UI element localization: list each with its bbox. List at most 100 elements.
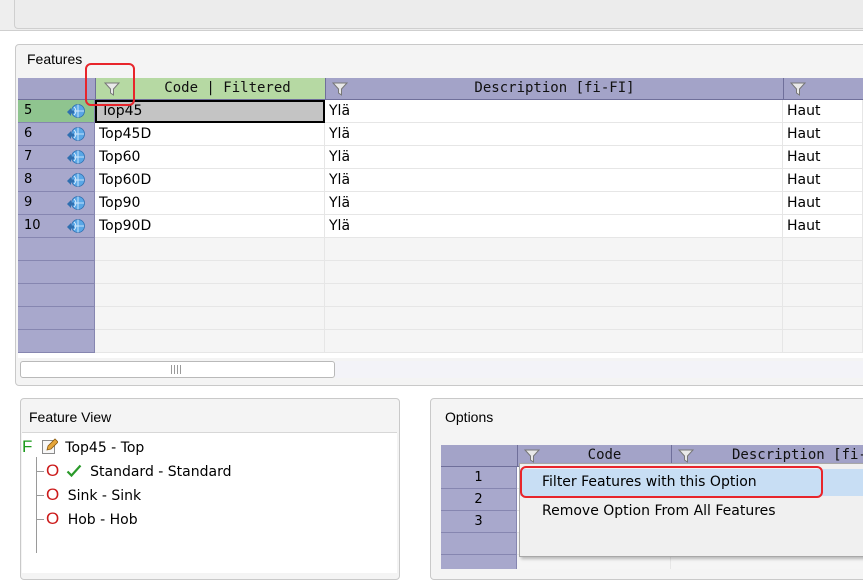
empty-row[interactable] — [18, 238, 863, 261]
globe-arrow-icon — [67, 150, 85, 164]
row-header[interactable] — [18, 261, 95, 284]
table-row[interactable]: 7 Top60 Ylä Haut — [18, 146, 863, 169]
row-header[interactable]: 9 — [18, 192, 95, 215]
empty-cell[interactable] — [325, 284, 783, 307]
table-row[interactable]: 6 Top45D Ylä Haut — [18, 123, 863, 146]
cell-description[interactable]: Ylä — [325, 146, 783, 169]
tree-node-root[interactable]: F Top45 - Top — [22, 437, 144, 457]
empty-cell[interactable] — [95, 307, 325, 330]
tree-connector — [36, 495, 44, 496]
globe-arrow-icon — [67, 173, 85, 187]
options-title: Options — [445, 409, 494, 425]
horizontal-scrollbar-thumb[interactable] — [20, 361, 335, 378]
row-number: 8 — [24, 172, 33, 187]
tree-connector — [36, 519, 44, 520]
tree-node-sink[interactable]: O Sink - Sink — [46, 485, 141, 505]
cell-description[interactable]: Ylä — [325, 100, 783, 123]
checkmark-icon — [66, 464, 82, 478]
globe-arrow-icon — [67, 127, 85, 141]
row-number: 5 — [24, 103, 33, 118]
funnel-filter-icon[interactable] — [790, 81, 806, 97]
table-row[interactable]: 8 Top60D Ylä Haut — [18, 169, 863, 192]
cell-description-2[interactable]: Haut — [783, 100, 863, 123]
row-header[interactable] — [441, 555, 517, 569]
features-title: Features — [27, 51, 83, 67]
row-number: 2 — [474, 492, 483, 507]
empty-cell[interactable] — [95, 238, 325, 261]
row-number: 7 — [24, 149, 33, 164]
tree-node-sink-label: Sink - Sink — [67, 488, 142, 504]
cell-description[interactable]: Ylä — [325, 123, 783, 146]
highlight-annotation — [85, 63, 135, 106]
row-header[interactable] — [18, 284, 95, 307]
row-header[interactable]: 5 — [18, 100, 95, 123]
table-row[interactable]: 9 Top90 Ylä Haut — [18, 192, 863, 215]
empty-cell[interactable] — [95, 330, 325, 353]
edit-pencil-icon — [41, 438, 58, 454]
empty-cell[interactable] — [783, 261, 863, 284]
empty-cell[interactable] — [517, 555, 671, 569]
column-header-description-2[interactable] — [783, 78, 863, 100]
cell-description-2[interactable]: Haut — [783, 146, 863, 169]
tree-node-hob-label: Hob - Hob — [67, 512, 138, 528]
empty-cell[interactable] — [783, 284, 863, 307]
horizontal-scroll-track[interactable] — [335, 361, 863, 378]
tree-node-standard[interactable]: O Standard - Standard — [46, 461, 231, 481]
cell-description[interactable]: Ylä — [325, 192, 783, 215]
table-row[interactable]: 5 Top45 Ylä Haut — [18, 100, 863, 123]
tree-node-hob[interactable]: O Hob - Hob — [46, 509, 138, 529]
empty-cell[interactable] — [95, 261, 325, 284]
empty-row[interactable] — [441, 555, 863, 569]
empty-cell[interactable] — [783, 238, 863, 261]
row-header[interactable] — [18, 330, 95, 353]
feature-view-tree[interactable]: F Top45 - Top O Standard - Standard O Si… — [22, 432, 397, 573]
tree-node-standard-label: Standard - Standard — [90, 464, 232, 480]
features-grid[interactable]: Code | Filtered Description [fi-FI] 5 Top… — [18, 78, 863, 358]
empty-cell[interactable] — [95, 284, 325, 307]
empty-cell[interactable] — [325, 238, 783, 261]
table-row[interactable]: 10 Top90D Ylä Haut — [18, 215, 863, 238]
row-header[interactable]: 3 — [441, 511, 517, 533]
top-panel-strip — [0, 0, 863, 31]
row-header[interactable]: 10 — [18, 215, 95, 238]
empty-cell[interactable] — [783, 330, 863, 353]
menu-item-remove-option[interactable]: Remove Option From All Features — [520, 498, 863, 525]
row-header[interactable] — [18, 307, 95, 330]
row-number: 1 — [474, 470, 483, 485]
empty-cell[interactable] — [783, 307, 863, 330]
empty-cell[interactable] — [325, 307, 783, 330]
empty-row[interactable] — [18, 261, 863, 284]
row-header[interactable]: 7 — [18, 146, 95, 169]
scrollbar-grip — [171, 365, 183, 374]
feature-view-title: Feature View — [29, 409, 112, 425]
cell-description-2[interactable]: Haut — [783, 123, 863, 146]
empty-row[interactable] — [18, 284, 863, 307]
cell-description[interactable]: Ylä — [325, 169, 783, 192]
row-header[interactable]: 8 — [18, 169, 95, 192]
cell-code[interactable]: Top60 — [95, 146, 325, 169]
top-panel-inner — [14, 0, 863, 29]
cell-code[interactable]: Top90 — [95, 192, 325, 215]
row-header[interactable] — [18, 238, 95, 261]
row-header[interactable]: 6 — [18, 123, 95, 146]
row-header[interactable] — [441, 533, 517, 555]
cell-description-2[interactable]: Haut — [783, 215, 863, 238]
empty-cell[interactable] — [671, 555, 863, 569]
row-header[interactable]: 1 — [441, 467, 517, 489]
row-number: 9 — [24, 195, 33, 210]
cell-code[interactable]: Top60D — [95, 169, 325, 192]
cell-description-2[interactable]: Haut — [783, 192, 863, 215]
empty-row[interactable] — [18, 307, 863, 330]
empty-cell[interactable] — [325, 330, 783, 353]
empty-cell[interactable] — [325, 261, 783, 284]
column-header-description[interactable]: Description [fi-FI] — [325, 78, 783, 100]
funnel-filter-icon[interactable] — [678, 448, 694, 464]
cell-description[interactable]: Ylä — [325, 215, 783, 238]
tree-node-root-label: Top45 - Top — [65, 440, 145, 456]
cell-code[interactable]: Top90D — [95, 215, 325, 238]
cell-code[interactable]: Top45D — [95, 123, 325, 146]
grid-corner-header — [18, 78, 95, 100]
cell-description-2[interactable]: Haut — [783, 169, 863, 192]
row-header[interactable]: 2 — [441, 489, 517, 511]
empty-row[interactable] — [18, 330, 863, 353]
